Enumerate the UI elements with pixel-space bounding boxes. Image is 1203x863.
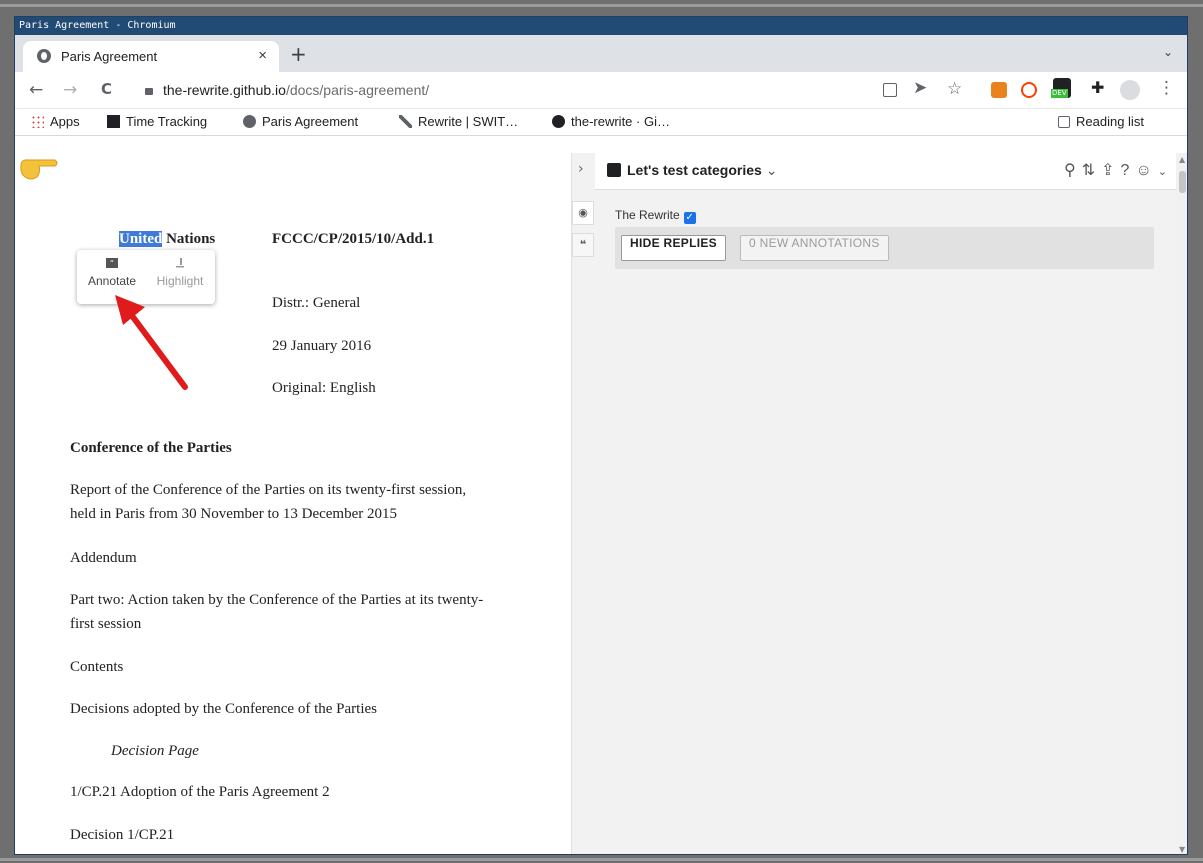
group-selector[interactable]: Let's test categories ⌄ <box>607 162 777 179</box>
selected-text: United <box>119 231 163 247</box>
chevron-down-icon: ⌄ <box>765 162 778 178</box>
browser-window: Paris Agreement - Chromium Paris Agreeme… <box>14 16 1188 855</box>
sort-icon[interactable]: ⇅ <box>1082 162 1101 179</box>
close-tab-icon[interactable]: × <box>258 47 267 64</box>
decisions-line: Decisions adopted by the Conference of t… <box>70 701 377 717</box>
window-titlebar: Paris Agreement - Chromium <box>15 17 1187 35</box>
original-language: Original: English <box>272 380 376 396</box>
group-filter-label: The Rewrite <box>615 208 680 222</box>
bookmarks-bar: Apps Time Tracking Paris Agreement Rewri… <box>15 109 1187 136</box>
dev-extension-icon[interactable]: DEV <box>1051 78 1071 98</box>
annotation-controls-bar: HIDE REPLIES 0 NEW ANNOTATIONS <box>615 227 1154 269</box>
bookmark-rewrite[interactable]: Rewrite | SWIT… <box>399 114 518 129</box>
time-tracking-icon <box>107 115 120 128</box>
lock-icon <box>145 88 153 95</box>
back-button[interactable]: ← <box>29 80 43 100</box>
section-heading: Conference of the Parties <box>70 440 232 456</box>
sidebar-toolbar-gutter: › ◉ ❝ <box>571 153 596 854</box>
scroll-down-icon[interactable]: ▼ <box>1179 845 1185 854</box>
reader-mode-icon[interactable] <box>883 83 897 97</box>
org-name[interactable]: United Nations <box>119 231 215 248</box>
browser-toolbar: ← → C the-rewrite.github.io/docs/paris-a… <box>15 72 1187 109</box>
show-highlights-eye-icon[interactable]: ◉ <box>572 201 594 225</box>
contents-item-1: 1/CP.21 Adoption of the Paris Agreement … <box>70 784 330 800</box>
red-arrow-annotation <box>115 295 188 390</box>
decision-heading: Decision 1/CP.21 <box>70 827 175 843</box>
forward-button[interactable]: → <box>63 80 77 100</box>
tab-strip: Paris Agreement × + ⌄ <box>15 35 1187 72</box>
hypothesis-logo-icon <box>607 163 621 177</box>
collapse-sidebar-icon[interactable]: › <box>578 161 584 177</box>
scrollbar[interactable]: ▲ ▼ <box>1176 153 1187 854</box>
addendum: Addendum <box>70 550 137 566</box>
dev-badge: DEV <box>1051 89 1068 98</box>
hide-replies-button[interactable]: HIDE REPLIES <box>621 235 726 261</box>
part-line-2: first session <box>70 616 142 632</box>
scroll-up-icon[interactable]: ▲ <box>1179 155 1185 164</box>
svelte-icon[interactable] <box>1021 82 1037 98</box>
new-annotations-button[interactable]: 0 NEW ANNOTATIONS <box>740 235 889 261</box>
bookmark-time-tracking[interactable]: Time Tracking <box>107 114 207 129</box>
new-tab-button[interactable]: + <box>290 42 307 66</box>
bookmark-paris-agreement[interactable]: Paris Agreement <box>243 114 358 129</box>
decision-page-label: Decision Page <box>111 743 199 759</box>
reload-button[interactable]: C <box>101 80 112 98</box>
annotate-button[interactable]: “ Annotate <box>83 258 141 288</box>
reading-list-button[interactable]: Reading list <box>1058 114 1144 129</box>
desktop-background <box>0 4 1203 7</box>
report-line-1: Report of the Conference of the Parties … <box>70 482 467 498</box>
user-icon[interactable]: ☺ <box>1135 162 1157 179</box>
pointing-hand-icon <box>20 159 58 180</box>
report-line-2: held in Paris from 30 November to 13 Dec… <box>70 506 398 522</box>
highlight-icon <box>176 258 184 268</box>
github-icon <box>552 115 565 128</box>
address-bar[interactable]: the-rewrite.github.io/docs/paris-agreeme… <box>131 76 871 104</box>
send-icon[interactable]: ➤ <box>913 78 927 98</box>
page-content: United Nations FCCC/CP/2015/10/Add.1 Dis… <box>15 153 1187 854</box>
annotate-icon: “ <box>106 258 118 268</box>
document-pane: United Nations FCCC/CP/2015/10/Add.1 Dis… <box>15 153 571 854</box>
svg-text:“: “ <box>110 259 114 268</box>
help-icon[interactable]: ? <box>1121 162 1136 179</box>
apps-grid-icon <box>31 115 44 128</box>
part-line-1: Part two: Action taken by the Conference… <box>70 592 484 608</box>
bookmark-star-icon[interactable]: ☆ <box>947 79 962 99</box>
document-symbol: FCCC/CP/2015/10/Add.1 <box>272 231 435 247</box>
metamask-icon[interactable] <box>991 82 1007 98</box>
annotation-sidebar: Let's test categories ⌄ ⚲⇅⇪?☺⌄ The Rewri… <box>595 153 1187 854</box>
highlight-button[interactable]: Highlight <box>151 258 209 288</box>
document-date: 29 January 2016 <box>272 338 372 354</box>
bookmark-apps[interactable]: Apps <box>31 114 80 129</box>
sidebar-header: Let's test categories ⌄ ⚲⇅⇪?☺⌄ <box>595 153 1187 190</box>
reading-list-icon <box>1058 116 1070 128</box>
globe-icon <box>37 49 51 63</box>
feather-icon <box>399 115 412 128</box>
bookmark-github[interactable]: the-rewrite · Gi… <box>552 114 670 129</box>
profile-icon[interactable] <box>1120 80 1140 100</box>
menu-icon[interactable]: ⋮ <box>1158 78 1175 98</box>
search-icon[interactable]: ⚲ <box>1064 162 1082 179</box>
url-host: the-rewrite.github.io <box>163 82 286 98</box>
distribution: Distr.: General <box>272 295 361 311</box>
chevron-down-icon[interactable]: ⌄ <box>1158 166 1173 178</box>
annotations-toggle-icon[interactable]: ❝ <box>572 233 594 257</box>
scrollbar-thumb[interactable] <box>1179 171 1186 193</box>
sidebar-actions: ⚲⇅⇪?☺⌄ <box>1064 160 1173 180</box>
highlight-label: Highlight <box>156 274 204 288</box>
extensions-icon[interactable]: ✚ <box>1091 78 1104 97</box>
contents-heading: Contents <box>70 659 124 675</box>
tab-title: Paris Agreement <box>61 49 158 64</box>
group-filter[interactable]: The Rewrite ✓ <box>615 208 696 224</box>
share-icon[interactable]: ⇪ <box>1101 162 1120 179</box>
url-path: /docs/paris-agreement/ <box>285 82 430 98</box>
desktop-background <box>0 858 1203 861</box>
annotate-label: Annotate <box>87 274 137 288</box>
tab-search-chevron-icon[interactable]: ⌄ <box>1163 45 1173 59</box>
check-icon[interactable]: ✓ <box>683 212 696 224</box>
tab-paris-agreement[interactable]: Paris Agreement × <box>23 41 279 72</box>
globe-icon <box>243 115 256 128</box>
